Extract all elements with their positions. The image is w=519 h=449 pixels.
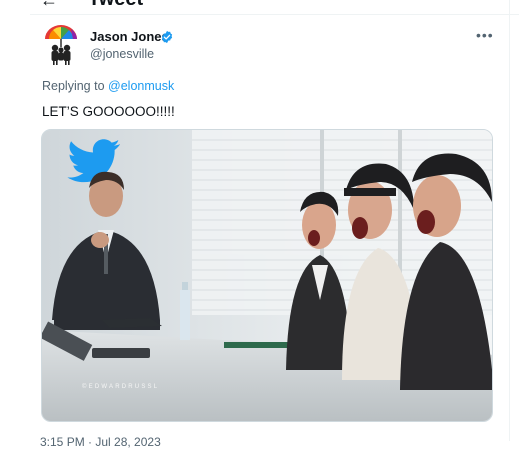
header-divider [30, 14, 519, 15]
media-watermark: ©EDWARDRUSSL [82, 383, 159, 390]
column-border [509, 0, 510, 441]
media-illustration: ©EDWARDRUSSL [42, 130, 492, 421]
arrow-left-icon[interactable]: ← [40, 0, 58, 11]
water-bottle [180, 290, 190, 340]
notebook [224, 342, 294, 348]
more-dots-icon[interactable]: ••• [476, 28, 496, 46]
replying-to-label: Replying to [42, 79, 105, 93]
tweet-timestamp[interactable]: 3:15 PM · Jul 28, 2023 [40, 435, 161, 449]
author-handle[interactable]: @jonesville [90, 47, 154, 61]
page-header: ← Tweet [0, 0, 519, 14]
tweet-text: LET’S GOOOOOO!!!!! [42, 104, 175, 119]
author-name[interactable]: Jason Jones [90, 29, 169, 44]
replying-to: Replying to @elonmusk [42, 79, 174, 93]
replying-to-handle-link[interactable]: @elonmusk [108, 79, 174, 93]
verified-badge-icon[interactable] [160, 30, 174, 44]
avatar-image [45, 25, 77, 65]
tweet-media-image[interactable]: ©EDWARDRUSSL [41, 129, 493, 422]
phone [92, 348, 150, 358]
page-title: Tweet [88, 0, 143, 11]
avatar[interactable] [43, 25, 79, 65]
